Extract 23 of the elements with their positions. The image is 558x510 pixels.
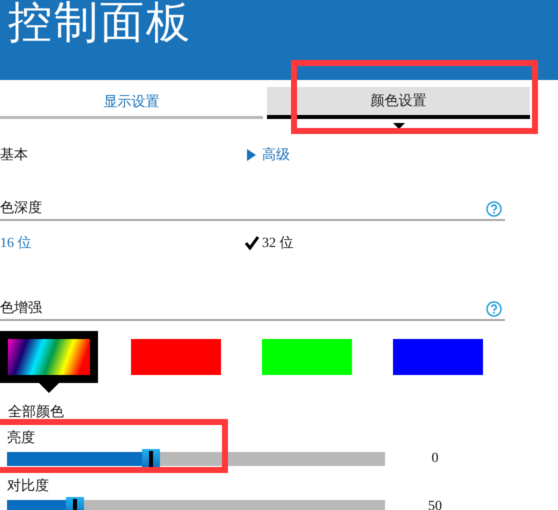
app-title: 控制面板 — [8, 0, 192, 50]
color-swatch[interactable] — [393, 339, 483, 375]
slider-track[interactable] — [7, 452, 385, 466]
tab-pointer — [392, 123, 404, 129]
color-swatch[interactable] — [0, 331, 98, 383]
slider-value: 0 — [430, 451, 440, 467]
color-swatch[interactable] — [131, 339, 221, 375]
help-icon[interactable] — [486, 301, 502, 317]
mode-link[interactable]: 基本 — [0, 146, 247, 164]
bit-depth-option[interactable]: 32 位 — [245, 234, 490, 252]
help-icon[interactable] — [486, 201, 502, 217]
check-icon — [245, 236, 259, 250]
color-swatch[interactable] — [262, 339, 352, 375]
section-title: 色增强 — [0, 300, 42, 317]
swatch-label: 全部颜色 — [8, 403, 64, 421]
slider-label: 对比度 — [7, 477, 49, 495]
slider-label: 亮度 — [7, 429, 35, 447]
tab[interactable]: 颜色设置 — [267, 87, 530, 119]
bit-depth-option[interactable]: 16 位 — [0, 234, 245, 252]
slider-value: 50 — [427, 499, 443, 510]
mode-link[interactable]: 高级 — [247, 146, 494, 164]
section-title: 色深度 — [0, 199, 42, 217]
swatch-pointer — [39, 383, 59, 393]
